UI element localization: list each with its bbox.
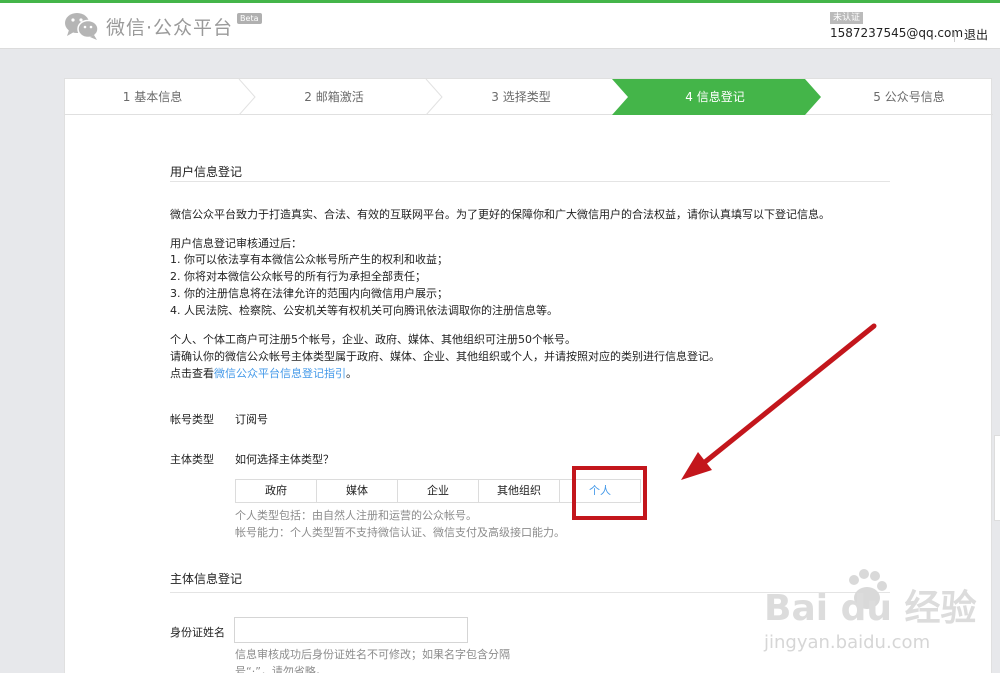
type-option-other-org[interactable]: 其他组织 bbox=[478, 479, 560, 503]
step-basic-info: 1 基本信息 bbox=[122, 90, 183, 104]
audit-heading: 用户信息登记审核通过后： bbox=[170, 237, 302, 250]
audit-item: 3. 你的注册信息将在法律允许的范围内向微信用户展示； bbox=[170, 287, 448, 300]
progress-steps: 1 基本信息 2 邮箱激活 3 选择类型 4 信息登记 5 公众号信息 bbox=[65, 79, 993, 115]
id-name-input[interactable] bbox=[234, 617, 468, 643]
guide-prefix: 点击查看 bbox=[170, 367, 214, 380]
type-hint: 个人类型包括：由自然人注册和运营的公众帐号。 bbox=[235, 509, 477, 522]
baidu-watermark: Bai du 经验 jingyan.baidu.com bbox=[762, 560, 992, 660]
side-feedback-tab[interactable] bbox=[994, 435, 1000, 521]
step-account-info: 5 公众号信息 bbox=[873, 90, 945, 104]
guide-line: 点击查看微信公众平台信息登记指引。 bbox=[170, 365, 357, 382]
audit-item: 1. 你可以依法享有本微信公众帐号所产生的权利和收益； bbox=[170, 253, 448, 266]
section-user-info-title: 用户信息登记 bbox=[170, 165, 243, 179]
logo[interactable]: 微信·公众平台 Beta bbox=[64, 11, 262, 41]
user-email[interactable]: 1587237545@qq.com bbox=[830, 26, 963, 40]
intro-text: 微信公众平台致力于打造真实、合法、有效的互联网平台。为了更好的保障你和广大微信用… bbox=[170, 208, 830, 221]
id-name-hint: 号“·”，请勿省略。 bbox=[235, 665, 327, 673]
limits-line: 请确认你的微信公众帐号主体类型属于政府、媒体、企业、其他组织或个人，并请按照对应… bbox=[170, 350, 720, 363]
user-area: 未认证 1587237545@qq.com 退出 bbox=[830, 11, 1000, 45]
watermark-url: jingyan.baidu.com bbox=[763, 632, 930, 653]
header-divider bbox=[954, 30, 955, 42]
annotation-highlight-box bbox=[572, 466, 647, 520]
subject-type-label: 主体类型 bbox=[170, 453, 214, 466]
beta-badge: Beta bbox=[237, 12, 262, 24]
id-name-label: 身份证姓名 bbox=[170, 626, 225, 639]
step-info-registration: 4 信息登记 bbox=[685, 90, 745, 104]
unverified-badge: 未认证 bbox=[830, 12, 864, 24]
type-option-enterprise[interactable]: 企业 bbox=[397, 479, 479, 503]
top-header: 微信·公众平台 Beta 未认证 1587237545@qq.com 退出 bbox=[0, 3, 1000, 49]
type-capability-hint: 帐号能力：个人类型暂不支持微信认证、微信支付及高级接口能力。 bbox=[235, 526, 565, 539]
section-subject-info-title: 主体信息登记 bbox=[170, 572, 243, 586]
wechat-logo-icon bbox=[64, 11, 100, 41]
id-name-hint: 信息审核成功后身份证姓名不可修改；如果名字包含分隔 bbox=[235, 648, 510, 661]
limits-line: 个人、个体工商户可注册5个帐号，企业、政府、媒体、其他组织可注册50个帐号。 bbox=[170, 333, 576, 346]
account-type-value: 订阅号 bbox=[235, 413, 268, 426]
audit-item: 4. 人民法院、检察院、公安机关等有权机关可向腾讯依法调取你的注册信息等。 bbox=[170, 304, 558, 317]
type-option-government[interactable]: 政府 bbox=[235, 479, 317, 503]
type-option-media[interactable]: 媒体 bbox=[316, 479, 398, 503]
watermark-text: Bai du 经验 bbox=[764, 588, 977, 629]
logo-text: 微信·公众平台 bbox=[106, 16, 234, 39]
section-divider bbox=[170, 181, 890, 182]
logout-link[interactable]: 退出 bbox=[964, 26, 988, 43]
step-email-activation: 2 邮箱激活 bbox=[304, 90, 364, 104]
registration-guide-link[interactable]: 微信公众平台信息登记指引 bbox=[214, 367, 346, 380]
audit-item: 2. 你将对本微信公众帐号的所有行为承担全部责任； bbox=[170, 270, 426, 283]
account-type-label: 帐号类型 bbox=[170, 413, 214, 426]
subject-type-help-link[interactable]: 如何选择主体类型？ bbox=[235, 451, 334, 467]
guide-suffix: 。 bbox=[346, 367, 357, 380]
step-choose-type: 3 选择类型 bbox=[491, 90, 551, 104]
